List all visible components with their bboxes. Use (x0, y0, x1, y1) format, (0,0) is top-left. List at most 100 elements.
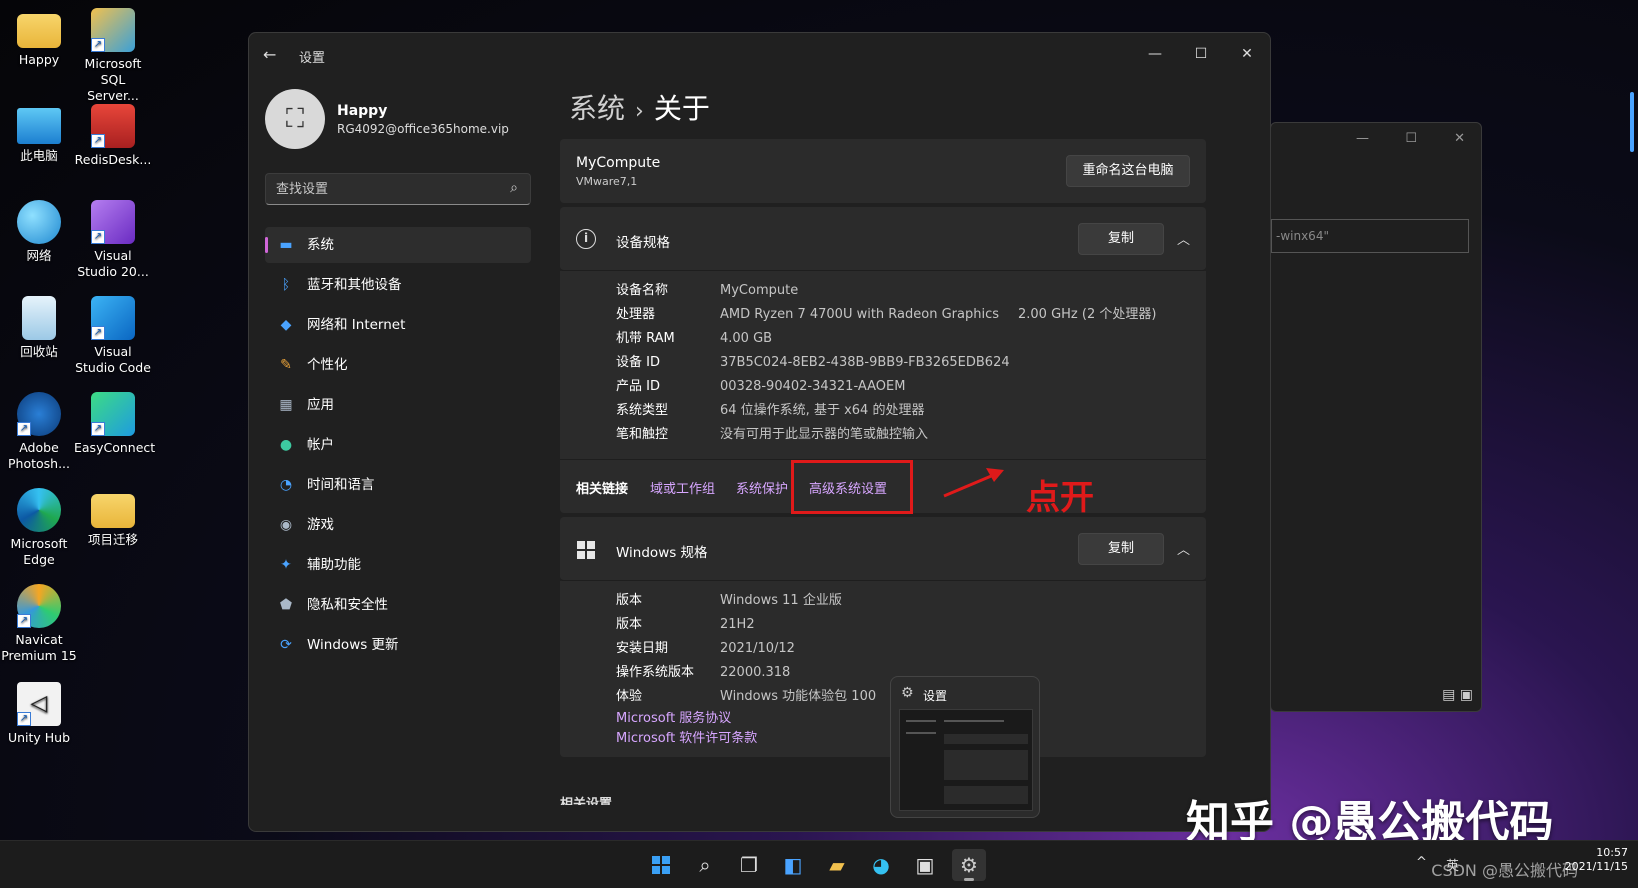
desktop-icon-easyconnect[interactable]: ↗ EasyConnect (74, 392, 155, 456)
spec-value: 22000.318 (720, 665, 791, 680)
navicat-icon: ↗ (17, 584, 61, 628)
spec-row: 版本 Windows 11 企业版 (616, 589, 1206, 613)
sidebar-item-system[interactable]: ▬ 系统 (265, 227, 531, 263)
folder-icon (91, 494, 135, 528)
globe-clock-icon: ◔ (279, 477, 293, 493)
sidebar-item-gaming[interactable]: ◉ 游戏 (265, 507, 531, 543)
link-system-protection[interactable]: 系统保护 (736, 478, 788, 497)
background-window[interactable]: — ☐ ✕ -winx64" ▤ ▣ (1270, 122, 1482, 712)
desktop-icon-sql-server[interactable]: ↗ Microsoft SQL Server... (74, 8, 152, 104)
breadcrumb-parent[interactable]: 系统 (569, 92, 625, 125)
chevron-up-icon[interactable]: ︿ (1177, 539, 1190, 558)
thumb-line (944, 720, 1004, 722)
thumb-line (944, 786, 1028, 804)
view-toggle-icons[interactable]: ▤ ▣ (1442, 687, 1473, 703)
badge-person-icon: ⛶ (285, 104, 305, 134)
tray-chevron-icon[interactable]: ^ (1416, 855, 1427, 870)
close-button[interactable]: ✕ (1224, 39, 1270, 69)
clock[interactable]: 10:57 2021/11/15 (1565, 846, 1628, 874)
desktop-icon-this-pc[interactable]: 此电脑 (0, 104, 78, 164)
spec-label: 笔和触控 (616, 427, 669, 442)
store-icon[interactable]: ▣ (908, 849, 942, 881)
spec-row: 安装日期 2021/10/12 (616, 637, 1206, 661)
windows-specs-header[interactable]: Windows 规格 复制 ︿ (560, 517, 1206, 581)
breadcrumb-separator: › (635, 99, 644, 124)
spec-label: 操作系统版本 (616, 665, 695, 680)
spec-label: 安装日期 (616, 641, 669, 656)
sidebar-item-windows-update[interactable]: ⟳ Windows 更新 (265, 627, 531, 663)
desktop-icon-redis[interactable]: ↗ RedisDesk... (74, 104, 152, 168)
related-settings-title: 相关设置 (560, 797, 613, 805)
chevron-up-icon[interactable]: ︿ (1177, 229, 1190, 248)
desktop-icon-network[interactable]: 网络 (0, 200, 78, 264)
file-explorer-icon[interactable]: ▰ (820, 849, 854, 881)
search-box[interactable]: ⌕ (265, 173, 531, 205)
spec-row: 设备名称 MyCompute (616, 279, 1206, 303)
sidebar-item-network[interactable]: ◆ 网络和 Internet (265, 307, 531, 343)
copy-windows-specs-button[interactable]: 复制 (1078, 533, 1164, 565)
search-input[interactable] (266, 174, 496, 204)
sidebar-item-bluetooth[interactable]: ᛒ 蓝牙和其他设备 (265, 267, 531, 303)
redis-icon: ↗ (91, 104, 135, 148)
folder-icon (17, 14, 61, 48)
windows-start-icon (652, 856, 670, 874)
desktop-icon-unity-hub[interactable]: ◁ ↗ Unity Hub (0, 682, 78, 746)
desktop-icon-happy[interactable]: Happy (0, 8, 78, 68)
desktop-icon-photoshop[interactable]: ↗ Adobe Photosh... (0, 392, 78, 472)
clock-date: 2021/11/15 (1564, 860, 1628, 873)
sidebar-item-accessibility[interactable]: ✦ 辅助功能 (265, 547, 531, 583)
search-taskbar-icon[interactable]: ⌕ (688, 849, 722, 881)
copy-device-specs-button[interactable]: 复制 (1078, 223, 1164, 255)
desktop-icon-project-migration[interactable]: 项目迁移 (74, 488, 152, 548)
search-icon[interactable]: ⌕ (510, 180, 518, 196)
pc-model: VMware7,1 (576, 175, 638, 188)
photoshop-icon: ↗ (17, 392, 61, 436)
device-specs-header[interactable]: i 设备规格 复制 ︿ (560, 207, 1206, 271)
pc-name: MyCompute (576, 155, 661, 171)
settings-taskbar-icon[interactable]: ⚙ (952, 849, 986, 881)
start-button[interactable] (644, 849, 678, 881)
maximize-icon[interactable]: ☐ (1405, 131, 1417, 146)
page-title: 关于 (653, 92, 710, 125)
widgets-icon[interactable]: ◧ (776, 849, 810, 881)
spec-label: 体验 (616, 689, 643, 704)
rename-pc-button[interactable]: 重命名这台电脑 (1066, 155, 1190, 187)
sidebar-item-personalization[interactable]: ✎ 个性化 (265, 347, 531, 383)
sidebar-item-privacy[interactable]: ⬟ 隐私和安全性 (265, 587, 531, 623)
thumb-line (906, 732, 936, 734)
spec-value: 21H2 (720, 617, 755, 632)
back-button[interactable]: ← (263, 45, 276, 64)
spec-row: 设备 ID 37B5C024-8EB2-438B-9BB9-FB3265EDB6… (616, 351, 1206, 375)
avatar[interactable]: ⛶ (265, 89, 325, 149)
sidebar-item-accounts[interactable]: ● 帐户 (265, 427, 531, 463)
spec-label: 版本 (616, 617, 643, 632)
background-window-input[interactable]: -winx64" (1271, 219, 1469, 253)
network-globe-icon (17, 200, 61, 244)
profile-name: Happy (337, 103, 388, 119)
spec-label: 产品 ID (616, 379, 660, 394)
preview-thumbnail (899, 709, 1033, 811)
task-view-icon[interactable]: ❐ (732, 849, 766, 881)
desktop-icon-edge[interactable]: Microsoft Edge (0, 488, 78, 568)
desktop-icon-navicat[interactable]: ↗ Navicat Premium 15 (0, 584, 78, 664)
desktop-icon-vscode[interactable]: ↗ Visual Studio Code (74, 296, 152, 376)
sql-server-icon: ↗ (91, 8, 135, 52)
monitor-icon (17, 108, 61, 144)
desktop-icon-recycle-bin[interactable]: 回收站 (0, 296, 78, 360)
minimize-button[interactable]: — (1132, 39, 1178, 69)
spec-row: 版本 21H2 (616, 613, 1206, 637)
sidebar-item-apps[interactable]: ▦ 应用 (265, 387, 531, 423)
desktop-icon-visual-studio[interactable]: ↗ Visual Studio 20... (74, 200, 152, 280)
maximize-button[interactable]: ☐ (1178, 39, 1224, 69)
title-bar: ← 设置 — ☐ ✕ (249, 33, 1270, 75)
edge-taskbar-icon[interactable]: ◕ (864, 849, 898, 881)
close-icon[interactable]: ✕ (1454, 131, 1465, 146)
taskbar-preview[interactable]: ⚙ 设置 (890, 676, 1040, 818)
window-title: 设置 (299, 51, 326, 66)
link-domain-workgroup[interactable]: 域或工作组 (650, 478, 715, 497)
spec-row: 机带 RAM 4.00 GB (616, 327, 1206, 351)
annotation-arrow (943, 468, 1004, 498)
sidebar-item-time-language[interactable]: ◔ 时间和语言 (265, 467, 531, 503)
minimize-icon[interactable]: — (1356, 131, 1369, 146)
apps-icon: ▦ (279, 397, 293, 413)
